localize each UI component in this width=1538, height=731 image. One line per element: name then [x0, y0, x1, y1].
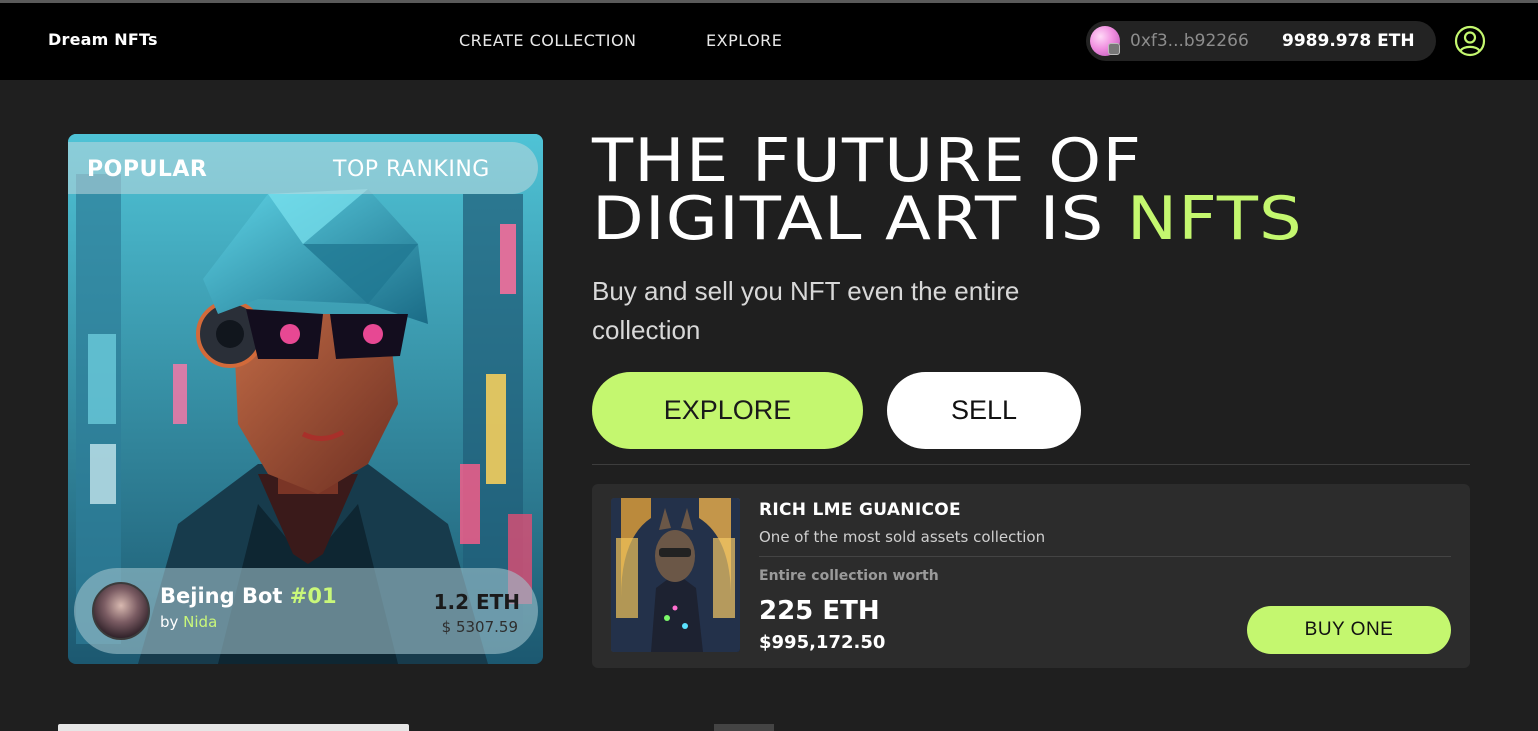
collection-worth-eth: 225 ETH — [759, 596, 880, 626]
featured-nft-card[interactable]: POPULAR TOP RANKING Bejing Bot #01 by Ni… — [68, 134, 543, 664]
sell-button[interactable]: SELL — [887, 372, 1081, 449]
buy-one-button[interactable]: BUY ONE — [1247, 606, 1451, 654]
nft-price-usd: $ 5307.59 — [441, 618, 518, 636]
nft-creator-line: by Nida — [160, 613, 217, 631]
collection-description: One of the most sold assets collection — [759, 528, 1046, 546]
nft-number: #01 — [289, 584, 337, 608]
hero-subtitle: Buy and sell you NFT even the entire col… — [592, 276, 1020, 345]
copy-icon[interactable] — [1108, 43, 1120, 55]
next-section-element-peek — [714, 724, 774, 731]
hero-title: THE FUTURE OF DIGITAL ART IS NFTS — [592, 131, 1538, 249]
creator-name-link[interactable]: Nida — [183, 613, 217, 631]
hero-title-accent: NFTS — [1126, 184, 1303, 254]
top-navbar: Dream NFTs CREATE COLLECTION EXPLORE 0xf… — [0, 3, 1538, 80]
nft-info-bar: Bejing Bot #01 by Nida 1.2 ETH $ 5307.59 — [74, 568, 538, 654]
collection-panel: RICH LME GUANICOE One of the most sold a… — [592, 484, 1470, 668]
wallet-address: 0xf3...b92266 — [1130, 31, 1249, 51]
nft-price-eth: 1.2 ETH — [433, 590, 520, 614]
nft-name-text: Bejing Bot — [160, 584, 290, 608]
hero-title-line2: DIGITAL ART IS — [592, 184, 1127, 254]
nft-name: Bejing Bot #01 — [160, 584, 337, 608]
hero-divider — [592, 464, 1470, 465]
creator-avatar[interactable] — [92, 582, 150, 640]
brand-logo[interactable]: Dream NFTs — [48, 30, 158, 49]
wallet-balance: 9989.978 ETH — [1282, 31, 1415, 51]
collection-worth-label: Entire collection worth — [759, 568, 939, 584]
collection-worth-usd: $995,172.50 — [759, 632, 886, 653]
collection-divider — [759, 556, 1451, 557]
collection-thumbnail[interactable] — [611, 498, 740, 652]
nav-explore[interactable]: EXPLORE — [706, 31, 782, 50]
popular-tag: POPULAR — [87, 157, 208, 182]
top-ranking-tag: TOP RANKING — [333, 157, 490, 182]
wallet-pill[interactable]: 0xf3...b92266 9989.978 ETH — [1086, 21, 1436, 61]
by-label: by — [160, 613, 184, 631]
nav-create-collection[interactable]: CREATE COLLECTION — [459, 31, 637, 50]
next-section-card-peek — [58, 724, 409, 731]
user-circle-icon[interactable] — [1454, 25, 1486, 57]
explore-button[interactable]: EXPLORE — [592, 372, 863, 449]
collection-title[interactable]: RICH LME GUANICOE — [759, 500, 961, 520]
